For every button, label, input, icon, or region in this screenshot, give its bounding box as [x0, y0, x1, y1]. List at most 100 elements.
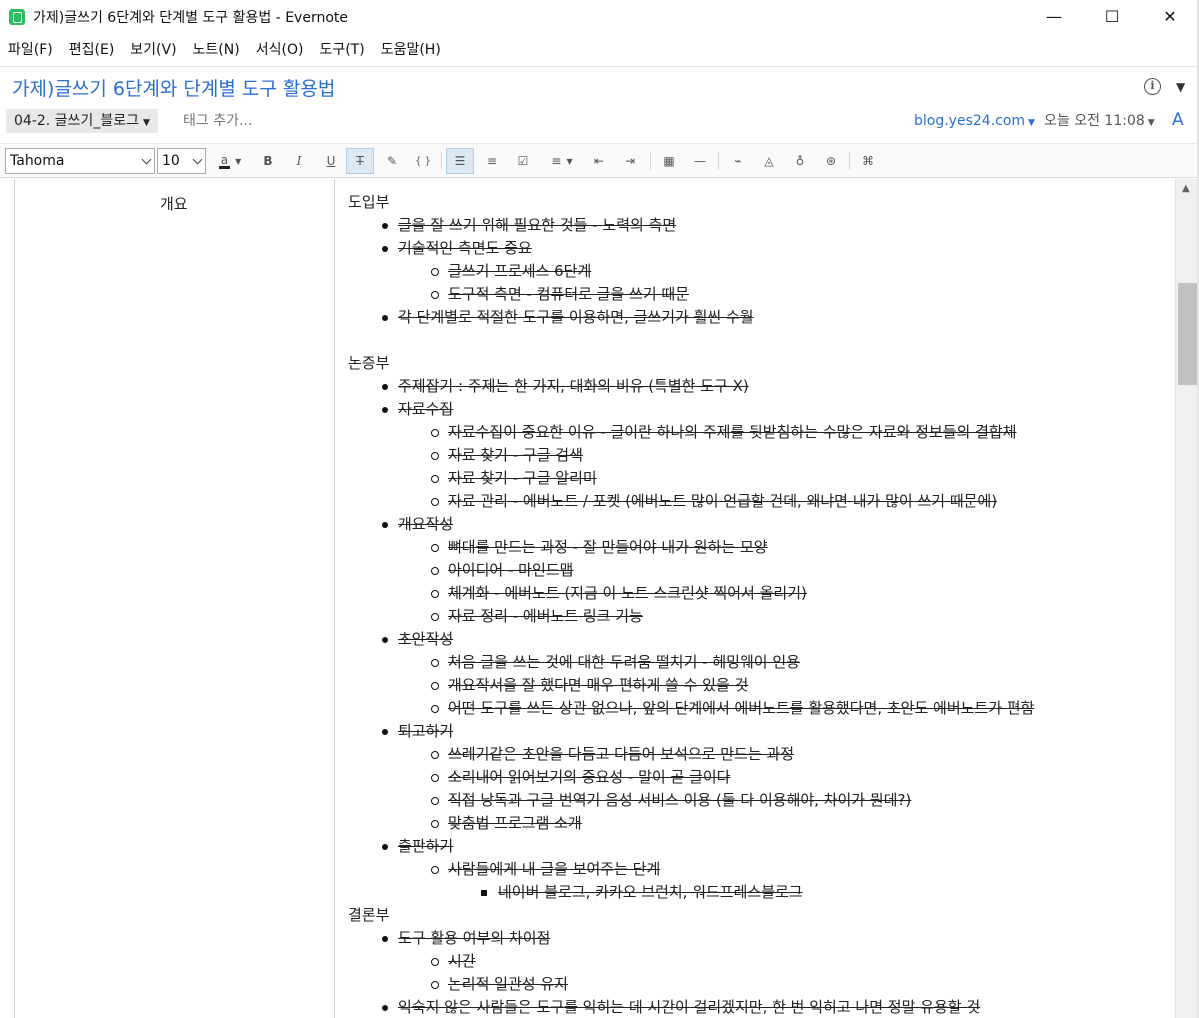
list-item: 자료 정리 - 에버노트 링크 기능	[348, 605, 1148, 628]
outdent-button[interactable]: ⇤	[585, 148, 613, 174]
caret-down-icon: ▼	[1028, 118, 1035, 128]
list-item-text: 출판하기	[398, 837, 454, 855]
list-item-text: 도구적 측면 - 컴퓨터로 글을 쓰기 때문	[448, 285, 690, 303]
divider	[0, 66, 1199, 67]
menu-tools[interactable]: 도구(T)	[311, 38, 372, 62]
list-item-text: 개요작서을 잘 했다면 매우 편하게 쓸 수 있을 것	[448, 676, 749, 694]
bullet-list: 글을 잘 쓰기 위해 필요한 것들 - 노력의 측면 기술적인 측면도 중요	[348, 214, 1148, 260]
format-toolbar: Tahoma 10 a ▼ B I U T ✎ { } ☰ ≡ ☑ ≡ ▼ ⇤ ⇥ …	[0, 143, 1199, 178]
list-item: 출판하기	[348, 835, 1148, 858]
tag-input[interactable]: 태그 추가...	[183, 110, 252, 132]
attach-button[interactable]: ⌁	[724, 148, 752, 174]
list-item: 논리적 일관성 유지	[348, 973, 1148, 996]
note-timestamp[interactable]: 오늘 오전 11:08 ▼	[1044, 111, 1155, 133]
bullet-list: 익숙지 않은 사람들은 도구를 익히는 데 시간이 걸리겠지만, 한 번 익히고…	[348, 996, 1148, 1018]
section-heading: 결론부	[348, 906, 390, 924]
chevron-down-icon[interactable]: ▼	[1176, 80, 1185, 94]
menu-view[interactable]: 보기(V)	[122, 38, 184, 62]
list-item: 도구적 측면 - 컴퓨터로 글을 쓰기 때문	[348, 283, 1148, 306]
bold-icon: B	[263, 154, 273, 168]
encrypt-button[interactable]: ◬	[755, 148, 783, 174]
info-icon[interactable]: i	[1144, 78, 1161, 95]
note-content[interactable]: 도입부 글을 잘 쓰기 위해 필요한 것들 - 노력의 측면 기술적인 측면도 …	[348, 191, 1148, 1018]
table-icon: ▦	[663, 154, 675, 168]
underline-button[interactable]: U	[317, 148, 345, 174]
strikethrough-button[interactable]: T	[346, 148, 374, 174]
table-button[interactable]: ▦	[655, 148, 683, 174]
horizontal-rule-icon: —	[694, 154, 706, 168]
menu-file[interactable]: 파일(F)	[0, 38, 61, 62]
highlight-button[interactable]: ✎	[378, 148, 406, 174]
command-button[interactable]: ⌘	[854, 148, 882, 174]
code-block-button[interactable]: { }	[409, 148, 437, 174]
close-button[interactable]: ✕	[1141, 0, 1199, 33]
list-item-text: 기술적인 측면도 중요	[398, 239, 532, 257]
numbered-list-button[interactable]: ≡	[478, 148, 506, 174]
menu-edit[interactable]: 편집(E)	[61, 38, 123, 62]
list-item: 아이디어 - 마인드맵	[348, 559, 1148, 582]
list-item-text: 네이버 블로그, 카카오 브런치, 워드프레스블로그	[498, 883, 803, 901]
bullet-list: 뼈대를 만드는 과정 - 잘 만들어야 내가 원하는 모양 아이디어 - 마인드…	[348, 536, 1148, 628]
italic-button[interactable]: I	[285, 148, 313, 174]
align-button[interactable]: ≡ ▼	[543, 148, 581, 174]
list-item-text: 시간	[448, 952, 476, 970]
list-item: 자료수집이 중요한 이유 - 글이란 하나의 주제를 뒷받침하는 수많은 자료와…	[348, 421, 1148, 444]
menu-help[interactable]: 도움말(H)	[373, 38, 449, 62]
record-audio-button[interactable]: ♁	[786, 148, 814, 174]
list-item: 소리내어 읽어보기의 중요성 - 말이 곧 글이다	[348, 766, 1148, 789]
minimize-button[interactable]: —	[1025, 0, 1083, 33]
font-color-button[interactable]: a ▼	[212, 148, 248, 174]
list-item-text: 사람들에게 내 글을 보여주는 단계	[448, 860, 661, 878]
list-item: 직접 낭독과 구글 번역기 음성 서비스 이용 (둘 다 이용해야, 차이가 뭔…	[348, 789, 1148, 812]
outline-label-cell[interactable]: 개요	[160, 193, 188, 214]
scrollbar-thumb[interactable]	[1178, 283, 1197, 385]
caret-down-icon: ▼	[1147, 118, 1155, 128]
list-item: 맞춤법 프로그램 소개	[348, 812, 1148, 835]
checkbox-button[interactable]: ☑	[509, 148, 537, 174]
toolbar-separator	[849, 152, 850, 170]
table-left-border	[14, 179, 15, 1018]
maximize-button[interactable]: ☐	[1083, 0, 1141, 33]
list-item: 초안작성	[348, 628, 1148, 651]
list-item: 주제잡기 : 주제는 한 가지, 대화의 비유 (특별한 도구 X)	[348, 375, 1148, 398]
list-item: 처음 글을 쓰는 것에 대한 두려움 떨치기 - 헤밍웨이 인용	[348, 651, 1148, 674]
source-url-link[interactable]: blog.yes24.com ▼	[914, 111, 1035, 133]
timestamp-text: 오늘 오전 11:08	[1044, 113, 1145, 129]
bold-button[interactable]: B	[254, 148, 282, 174]
toolbar-separator	[718, 152, 719, 170]
presentation-button[interactable]: ⊛	[817, 148, 845, 174]
command-icon: ⌘	[862, 154, 874, 168]
menu-format[interactable]: 서식(O)	[248, 38, 312, 62]
font-size-a-icon[interactable]: A	[1172, 110, 1184, 130]
list-item-text: 처음 글을 쓰는 것에 대한 두려움 떨치기 - 헤밍웨이 인용	[448, 653, 800, 671]
list-item-text: 자료수집이 중요한 이유 - 글이란 하나의 주제를 뒷받침하는 수많은 자료와…	[448, 423, 1017, 441]
horizontal-rule-button[interactable]: —	[686, 148, 714, 174]
indent-icon: ⇥	[624, 154, 636, 168]
menu-note[interactable]: 노트(N)	[185, 38, 248, 62]
scroll-up-arrow-icon[interactable]: ▲	[1182, 183, 1190, 194]
outdent-icon: ⇤	[593, 154, 605, 168]
bullet-list: 자료수집이 중요한 이유 - 글이란 하나의 주제를 뒷받침하는 수많은 자료와…	[348, 421, 1148, 513]
font-family-select[interactable]: Tahoma	[5, 148, 155, 174]
list-item: 기술적인 측면도 중요	[348, 237, 1148, 260]
list-item-text: 퇴고하기	[398, 722, 454, 740]
list-item-text: 도구 활용 여부의 차이점	[398, 929, 551, 947]
list-item: 자료수집	[348, 398, 1148, 421]
list-item-text: 자료 찾기 - 구글 검색	[448, 446, 583, 464]
numbered-list-icon: ≡	[486, 154, 498, 168]
vertical-scrollbar[interactable]: ▲	[1175, 179, 1199, 1018]
note-title[interactable]: 가제)글쓰기 6단계와 단계별 도구 활용법	[12, 74, 335, 101]
list-item-text: 개요작성	[398, 515, 454, 533]
underline-icon: U	[326, 154, 336, 168]
indent-button[interactable]: ⇥	[616, 148, 644, 174]
list-item-text: 아이디어 - 마인드맵	[448, 561, 574, 579]
bullet-list: 출판하기	[348, 835, 1148, 858]
list-item: 글을 잘 쓰기 위해 필요한 것들 - 노력의 측면	[348, 214, 1148, 237]
list-item-text: 자료 찾기 - 구글 알리미	[448, 469, 597, 487]
font-size-select[interactable]: 10	[157, 148, 206, 174]
bulleted-list-button[interactable]: ☰	[446, 148, 474, 174]
bullet-list: 주제잡기 : 주제는 한 가지, 대화의 비유 (특별한 도구 X) 자료수집	[348, 375, 1148, 421]
list-item-text: 자료수집	[398, 400, 454, 418]
notebook-selector[interactable]: 04-2. 글쓰기_블로그 ▼	[6, 109, 158, 133]
chevron-down-icon	[141, 154, 152, 165]
